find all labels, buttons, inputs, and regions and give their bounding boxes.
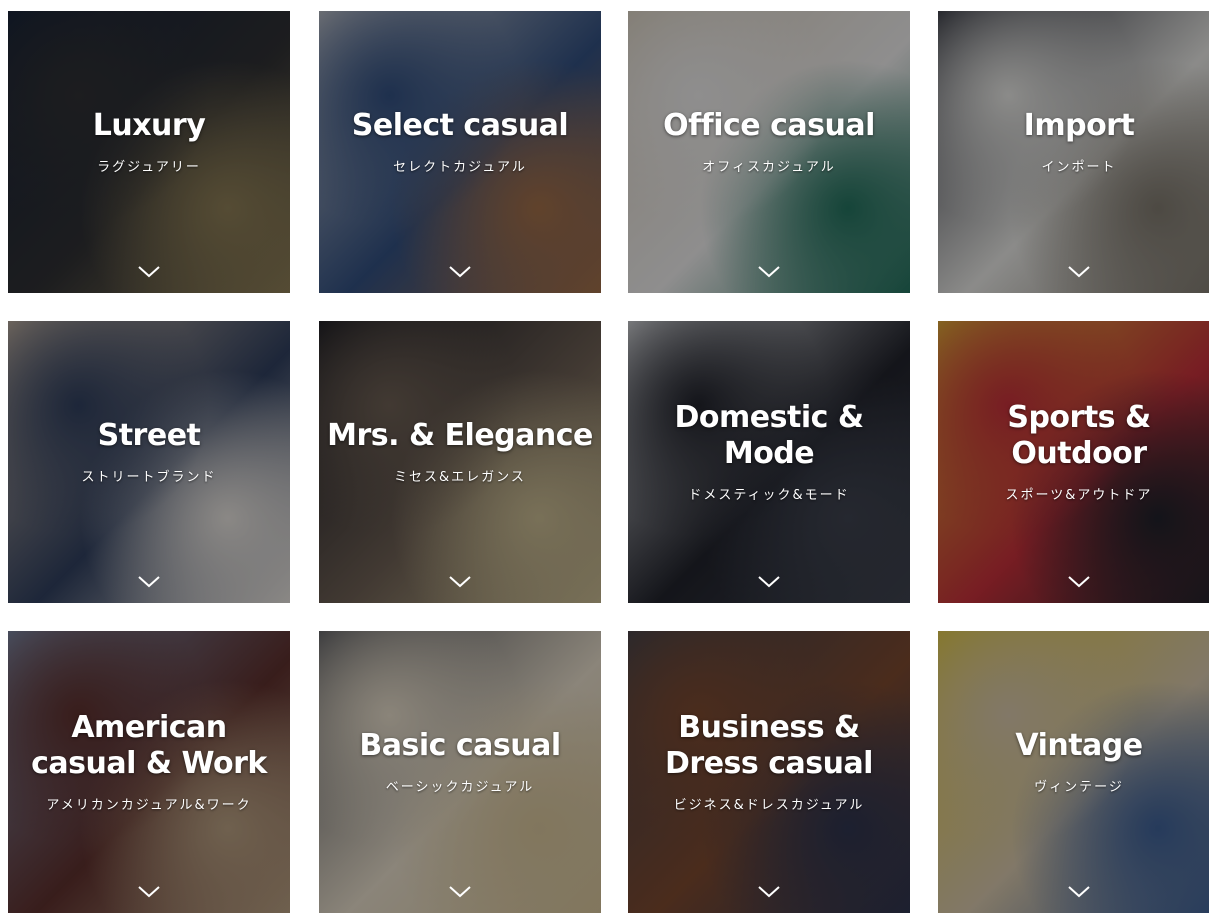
category-tile-basic-casual[interactable]: Basic casual ベーシックカジュアル bbox=[319, 631, 601, 913]
chevron-down-icon bbox=[449, 266, 471, 278]
chevron-down-icon bbox=[138, 266, 160, 278]
chevron-down-icon bbox=[449, 576, 471, 588]
category-tile-street[interactable]: Street ストリートブランド bbox=[8, 321, 290, 603]
category-title: American casual & Work bbox=[31, 709, 267, 781]
category-title: Business & Dress casual bbox=[665, 709, 873, 781]
chevron-down-icon bbox=[138, 576, 160, 588]
category-tile-vintage[interactable]: Vintage ヴィンテージ bbox=[938, 631, 1209, 913]
category-title: Street bbox=[97, 417, 201, 453]
category-tile-mrs-elegance[interactable]: Mrs. & Elegance ミセス&エレガンス bbox=[319, 321, 601, 603]
category-title: Select casual bbox=[351, 107, 569, 143]
category-grid: Luxury ラグジュアリー Select casual セレクトカジュアル O… bbox=[0, 0, 1209, 913]
chevron-down-icon bbox=[758, 266, 780, 278]
category-subtitle: ヴィンテージ bbox=[1034, 779, 1124, 795]
category-title: Domestic & Mode bbox=[674, 399, 865, 471]
category-subtitle: ビジネス&ドレスカジュアル bbox=[673, 797, 865, 813]
category-subtitle: ドメスティック&モード bbox=[688, 487, 850, 503]
category-tile-business-dress-casual[interactable]: Business & Dress casual ビジネス&ドレスカジュアル bbox=[628, 631, 910, 913]
category-subtitle: スポーツ&アウトドア bbox=[1005, 487, 1153, 503]
category-subtitle: オフィスカジュアル bbox=[702, 159, 836, 175]
category-tile-office-casual[interactable]: Office casual オフィスカジュアル bbox=[628, 11, 910, 293]
chevron-down-icon bbox=[1068, 886, 1090, 898]
chevron-down-icon bbox=[449, 886, 471, 898]
category-subtitle: セレクトカジュアル bbox=[393, 159, 527, 175]
category-subtitle: ラグジュアリー bbox=[97, 159, 201, 175]
category-tile-select-casual[interactable]: Select casual セレクトカジュアル bbox=[319, 11, 601, 293]
category-tile-american-casual-work[interactable]: American casual & Work アメリカンカジュアル&ワーク bbox=[8, 631, 290, 913]
category-tile-sports-outdoor[interactable]: Sports & Outdoor スポーツ&アウトドア bbox=[938, 321, 1209, 603]
category-title: Office casual bbox=[663, 107, 875, 143]
category-title: Basic casual bbox=[359, 727, 561, 763]
category-subtitle: ミセス&エレガンス bbox=[394, 469, 526, 485]
category-title: Sports & Outdoor bbox=[1007, 399, 1151, 471]
category-subtitle: ベーシックカジュアル bbox=[385, 779, 535, 795]
chevron-down-icon bbox=[138, 886, 160, 898]
category-subtitle: ストリートブランド bbox=[81, 469, 217, 485]
category-title: Import bbox=[1023, 107, 1135, 143]
category-title: Luxury bbox=[92, 107, 206, 143]
chevron-down-icon bbox=[758, 886, 780, 898]
category-title: Mrs. & Elegance bbox=[327, 417, 593, 453]
category-tile-import[interactable]: Import インポート bbox=[938, 11, 1209, 293]
category-tile-luxury[interactable]: Luxury ラグジュアリー bbox=[8, 11, 290, 293]
category-title: Vintage bbox=[1015, 727, 1143, 763]
category-subtitle: アメリカンカジュアル&ワーク bbox=[46, 797, 252, 813]
category-subtitle: インポート bbox=[1041, 159, 1117, 175]
category-tile-domestic-mode[interactable]: Domestic & Mode ドメスティック&モード bbox=[628, 321, 910, 603]
chevron-down-icon bbox=[1068, 576, 1090, 588]
chevron-down-icon bbox=[758, 576, 780, 588]
chevron-down-icon bbox=[1068, 266, 1090, 278]
